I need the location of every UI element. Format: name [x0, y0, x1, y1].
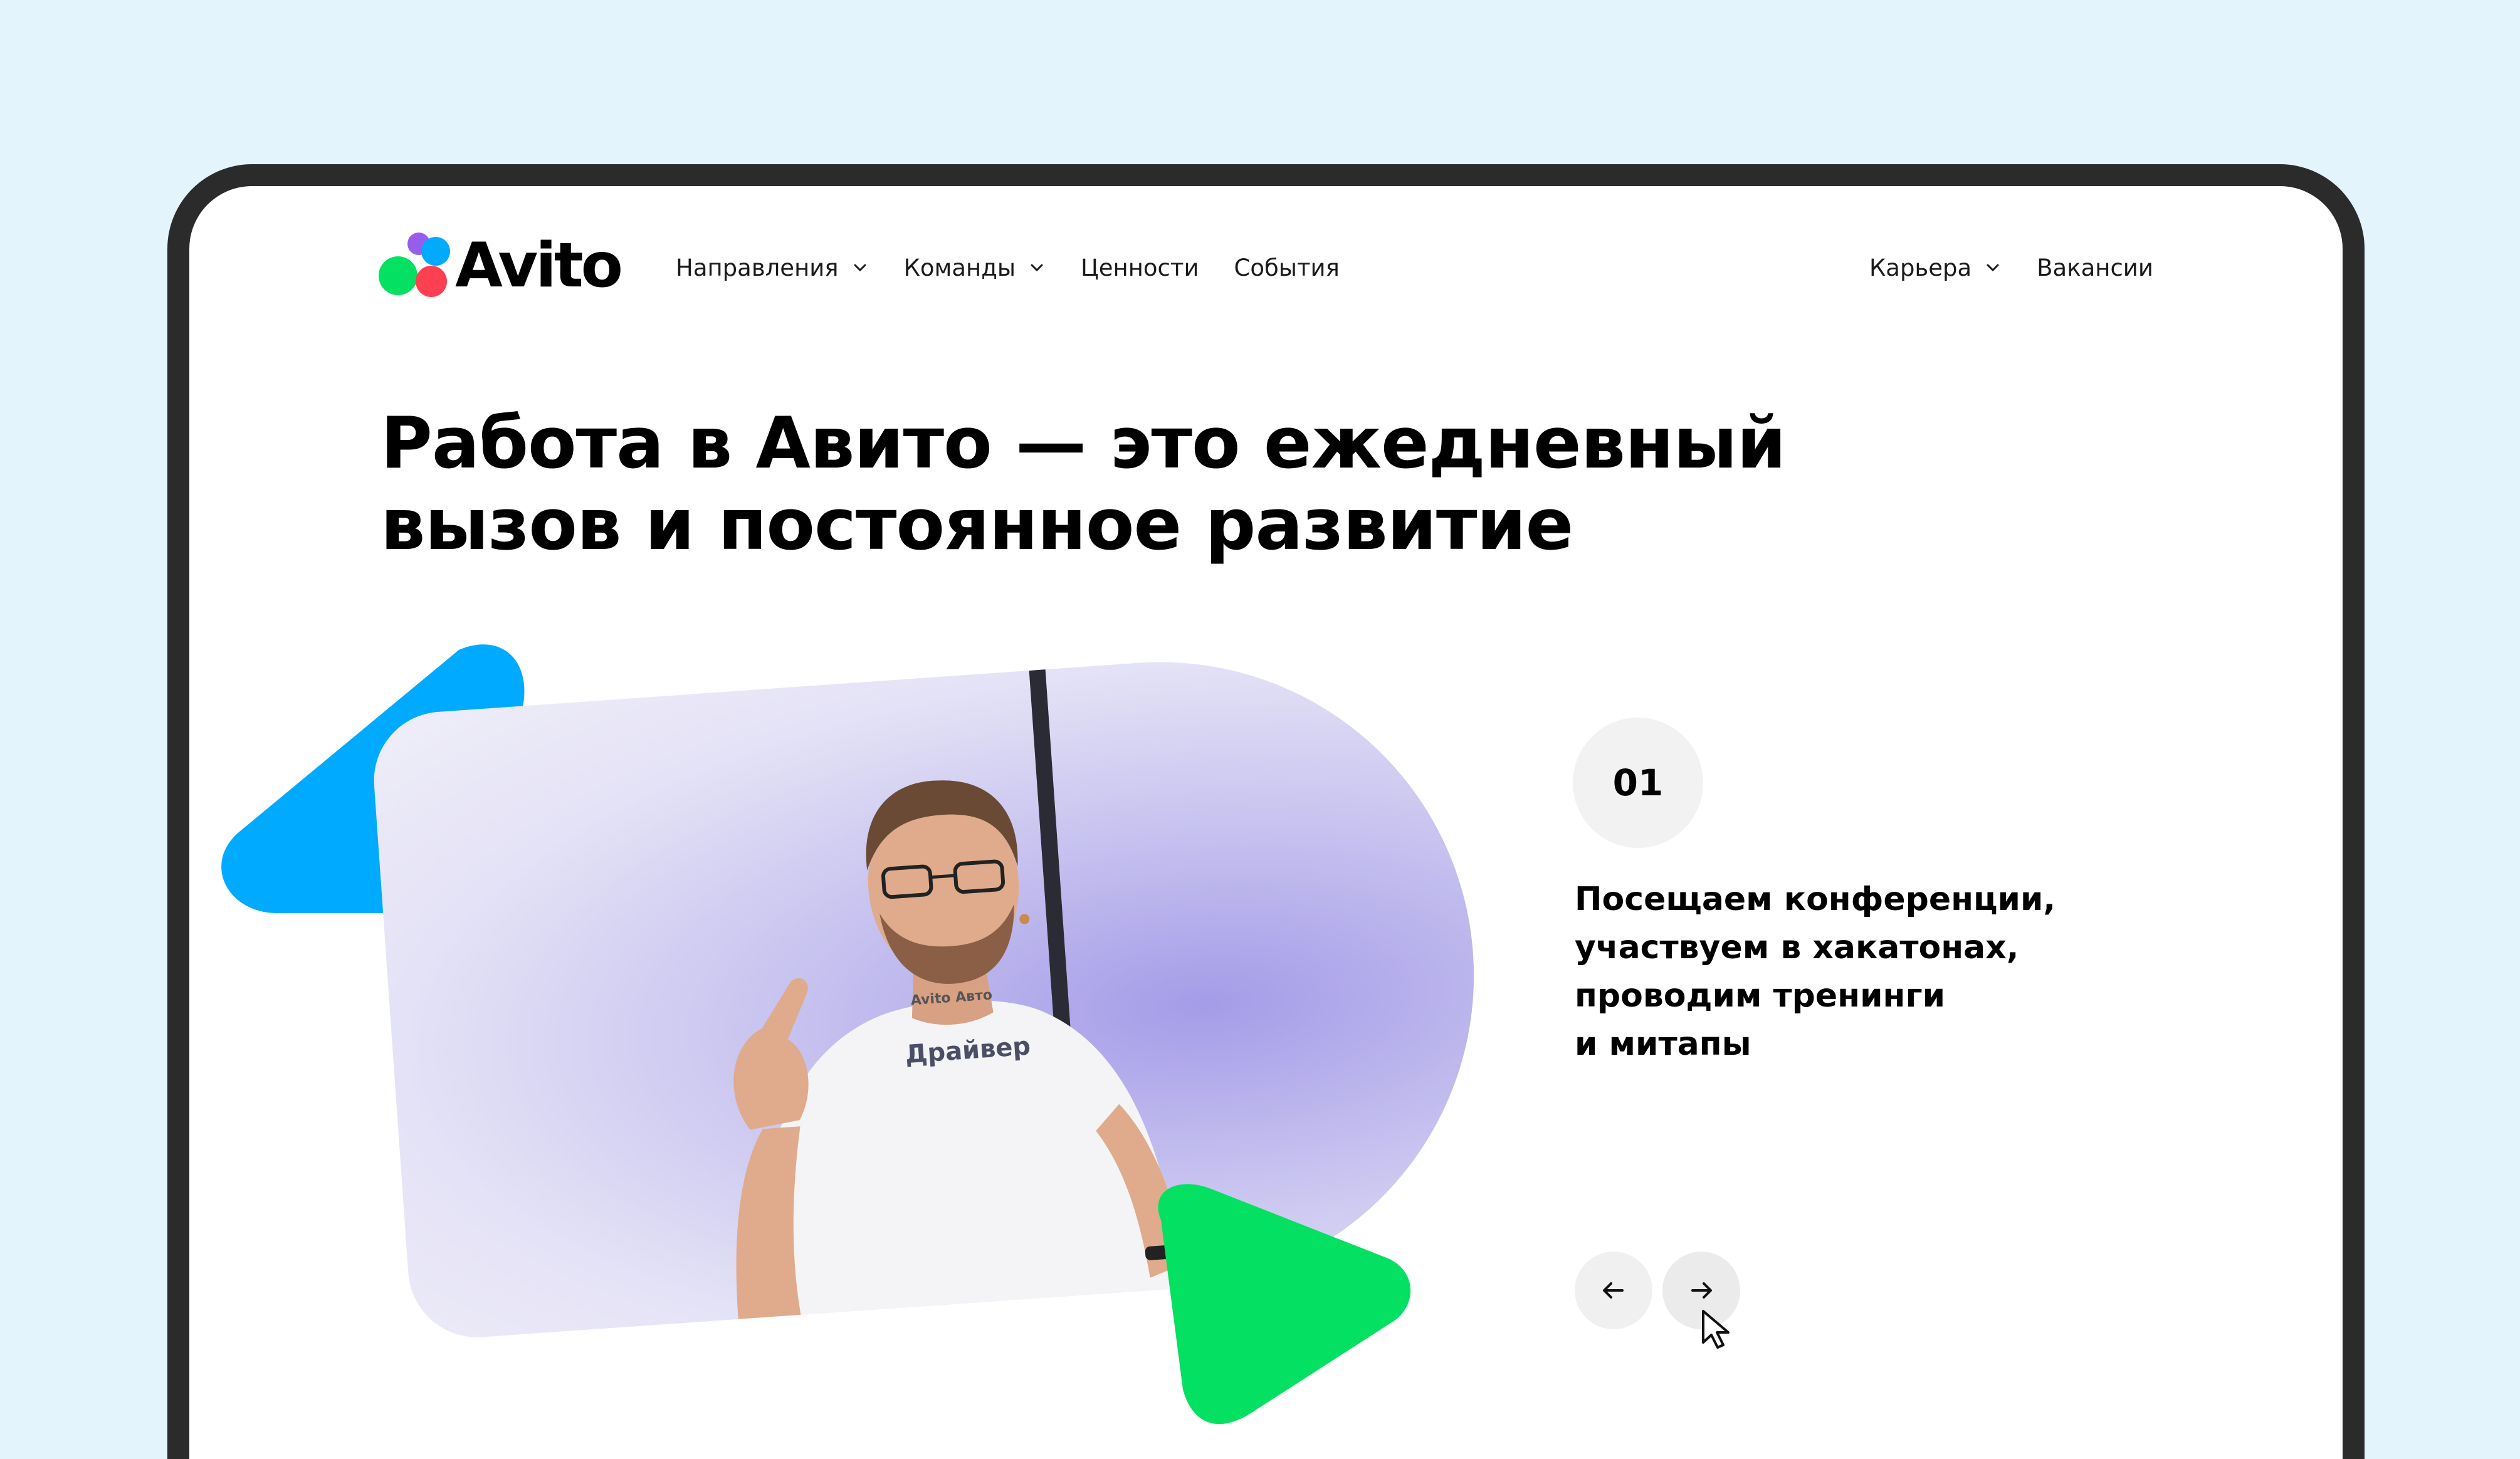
slide-description-line: и митапы [1575, 1025, 1751, 1063]
nav-item-vacancies[interactable]: Вакансии [2037, 254, 2153, 281]
website-screen: Avito Направления Команды Ценности Событ… [189, 186, 2343, 1459]
nav-item-label: Ценности [1081, 254, 1199, 281]
slide-description-line: Посещаем конференции, [1575, 881, 2056, 918]
nav-item-directions[interactable]: Направления [676, 254, 869, 281]
nav-item-label: Карьера [1869, 254, 1972, 281]
arrow-right-icon [1691, 1282, 1712, 1299]
nav-item-teams[interactable]: Команды [904, 254, 1046, 281]
slide-description-line: участвуем в хакатонах, [1575, 929, 2019, 966]
nav-item-label: События [1234, 254, 1340, 281]
nav-item-career[interactable]: Карьера [1869, 254, 2002, 281]
arrow-left-icon [1603, 1282, 1624, 1299]
logo-wordmark: Avito [455, 230, 623, 301]
prev-slide-button[interactable] [1575, 1252, 1652, 1329]
nav-item-events[interactable]: События [1234, 254, 1340, 281]
page-title-line-2: вызов и постоянное развитие [381, 483, 1573, 566]
chevron-down-icon [1987, 264, 1999, 271]
avito-logo[interactable]: Avito [379, 230, 623, 300]
mouse-cursor-icon [1702, 1310, 1730, 1349]
green-decorative-shape [1158, 1184, 1411, 1425]
secondary-nav: Карьера Вакансии [1869, 249, 2188, 286]
slide-description: Посещаем конференции, участвуем в хакато… [1575, 876, 2139, 1069]
avito-logo-dots-icon [379, 233, 450, 297]
page-title: Работа в Авито — это ежедневный вызов и … [381, 402, 1885, 565]
slide-number-badge: 01 [1573, 718, 1703, 848]
slide-description-line: проводим тренинги [1575, 977, 1946, 1015]
chevron-down-icon [1031, 264, 1043, 271]
nav-item-values[interactable]: Ценности [1081, 254, 1199, 281]
page-title-line-1: Работа в Авито — это ежедневный [381, 402, 1787, 484]
nav-item-label: Вакансии [2037, 254, 2153, 281]
chevron-down-icon [854, 264, 866, 271]
nav-item-label: Команды [903, 254, 1016, 281]
main-nav: Направления Команды Ценности События [676, 249, 1375, 286]
nav-item-label: Направления [676, 254, 839, 281]
